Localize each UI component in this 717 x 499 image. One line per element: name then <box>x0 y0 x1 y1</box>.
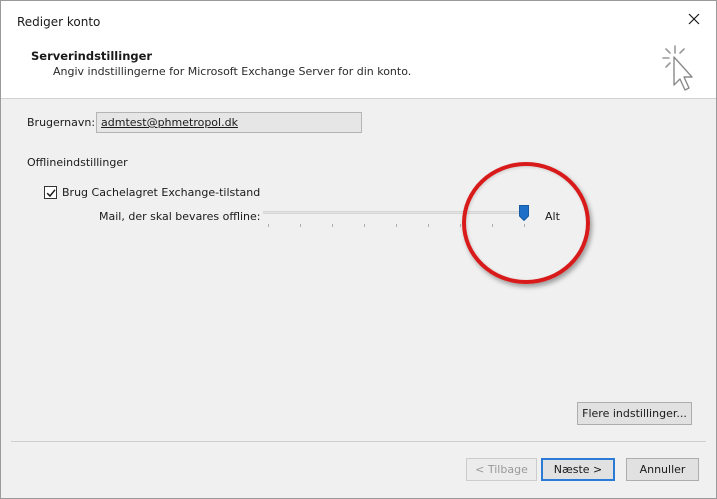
header-subtitle: Angiv indstillingerne for Microsoft Exch… <box>53 65 412 78</box>
close-button[interactable] <box>672 3 716 35</box>
window-title: Rediger konto <box>17 15 101 29</box>
cached-mode-checkbox-row[interactable]: Brug Cachelagret Exchange-tilstand <box>44 186 260 199</box>
username-label: Brugernavn: <box>27 116 96 129</box>
offline-mail-slider-label: Mail, der skal bevares offline: <box>99 210 261 223</box>
slider-tick <box>364 224 365 227</box>
next-button[interactable]: Næste > <box>541 458 615 481</box>
username-value: admtest@phmetropol.dk <box>101 116 238 129</box>
slider-tick <box>396 224 397 227</box>
cancel-button[interactable]: Annuller <box>626 458 699 481</box>
dialog-window: Rediger konto Serverindstillinger Angiv … <box>0 0 717 499</box>
more-settings-button[interactable]: Flere indstillinger... <box>577 402 692 425</box>
offline-section-title: Offlineindstillinger <box>27 156 128 169</box>
checkmark-icon <box>46 188 56 197</box>
cached-mode-label: Brug Cachelagret Exchange-tilstand <box>62 186 261 199</box>
username-field[interactable]: admtest@phmetropol.dk <box>96 112 362 133</box>
slider-tick <box>268 224 269 227</box>
slider-tick <box>332 224 333 227</box>
slider-tick <box>428 224 429 227</box>
footer-divider <box>11 441 706 442</box>
slider-tick <box>460 224 461 227</box>
cursor-click-icon <box>662 45 693 91</box>
wizard-header: Serverindstillinger Angiv indstillingern… <box>1 37 716 99</box>
slider-tick <box>300 224 301 227</box>
back-button[interactable]: < Tilbage <box>466 458 537 481</box>
close-icon <box>688 13 700 25</box>
header-title: Serverindstillinger <box>31 49 153 63</box>
title-bar: Rediger konto <box>1 1 716 37</box>
cached-mode-checkbox[interactable] <box>44 186 57 199</box>
annotation-circle <box>462 162 590 284</box>
